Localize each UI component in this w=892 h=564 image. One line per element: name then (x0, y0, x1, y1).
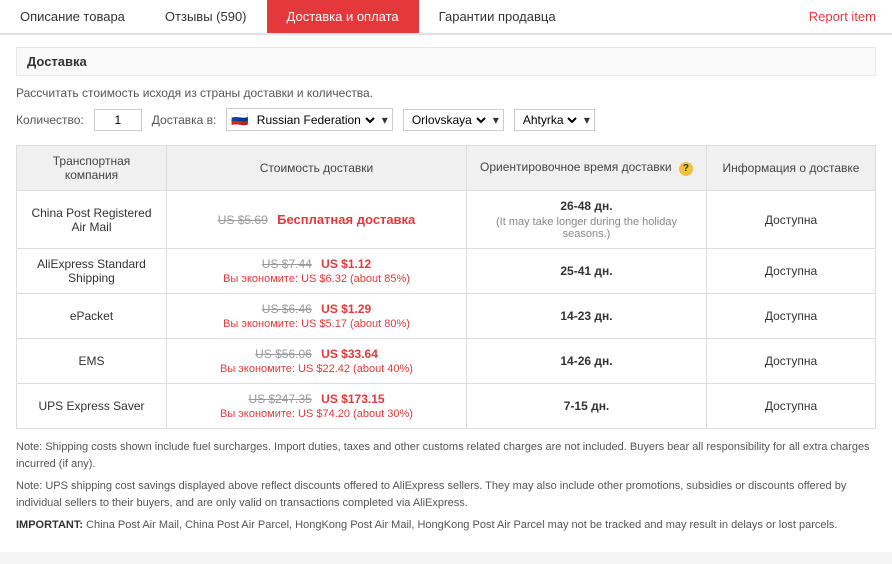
note-important: IMPORTANT: China Post Air Mail, China Po… (16, 517, 876, 534)
region-select-wrapper[interactable]: Orlovskaya ▾ (403, 109, 504, 131)
availability: Доступна (707, 339, 876, 384)
time-main: 14-26 дн. (477, 354, 696, 368)
quantity-input[interactable] (94, 109, 142, 131)
availability: Доступна (707, 384, 876, 429)
price-original: US $6.46 (262, 302, 312, 316)
delivery-time: 14-23 дн. (467, 294, 707, 339)
time-main: 26-48 дн. (477, 199, 696, 213)
company-name: China Post Registered Air Mail (17, 191, 167, 249)
price-original: US $56.06 (255, 347, 312, 361)
price-discounted: US $173.15 (321, 392, 384, 406)
price-discounted: US $33.64 (321, 347, 378, 361)
tab-guarantee[interactable]: Гарантии продавца (419, 0, 576, 33)
price-original: US $5.69 (218, 213, 268, 227)
save-text: Вы экономите: US $22.42 (about 40%) (177, 363, 456, 375)
shipping-cost: US $247.35 US $173.15 Вы экономите: US $… (167, 384, 467, 429)
delivery-time: 26-48 дн. (It may take longer during the… (467, 191, 707, 249)
time-main: 7-15 дн. (477, 399, 696, 413)
company-name: EMS (17, 339, 167, 384)
col-header-cost: Стоимость доставки (167, 146, 467, 191)
company-name: UPS Express Saver (17, 384, 167, 429)
top-navigation: Описание товара Отзывы (590) Доставка и … (0, 0, 892, 35)
price-discounted: US $1.29 (321, 302, 371, 316)
help-icon[interactable]: ? (679, 162, 693, 176)
tab-shipping[interactable]: Доставка и оплата (267, 0, 419, 33)
region-select[interactable]: Orlovskaya (408, 112, 489, 128)
calc-note: Рассчитать стоимость исходя из страны до… (16, 86, 876, 100)
availability: Доступна (707, 191, 876, 249)
availability: Доступна (707, 294, 876, 339)
shipping-cost: US $7.44 US $1.12 Вы экономите: US $6.32… (167, 249, 467, 294)
table-row: China Post Registered Air Mail US $5.69 … (17, 191, 876, 249)
company-name: ePacket (17, 294, 167, 339)
table-row: ePacket US $6.46 US $1.29 Вы экономите: … (17, 294, 876, 339)
tab-reviews[interactable]: Отзывы (590) (145, 0, 267, 33)
important-label: IMPORTANT: (16, 519, 83, 531)
time-main: 14-23 дн. (477, 309, 696, 323)
free-shipping-label: Бесплатная доставка (277, 212, 415, 227)
shipping-cost: US $56.06 US $33.64 Вы экономите: US $22… (167, 339, 467, 384)
time-main: 25-41 дн. (477, 264, 696, 278)
tab-description[interactable]: Описание товара (0, 0, 145, 33)
city-select-wrapper[interactable]: Ahtyrka ▾ (514, 109, 595, 131)
table-row: AliExpress Standard Shipping US $7.44 US… (17, 249, 876, 294)
country-flag: 🇷🇺 (231, 111, 248, 128)
company-name: AliExpress Standard Shipping (17, 249, 167, 294)
col-header-time: Ориентировочное время доставки ? (467, 146, 707, 191)
report-item-link[interactable]: Report item (793, 0, 892, 33)
quantity-row: Количество: Доставка в: 🇷🇺 Russian Feder… (16, 108, 876, 131)
notes-section: Note: Shipping costs shown include fuel … (16, 439, 876, 534)
shipping-table: Транспортная компания Стоимость доставки… (16, 145, 876, 429)
delivery-time: 7-15 дн. (467, 384, 707, 429)
city-chevron-icon: ▾ (584, 113, 590, 127)
delivery-time: 14-26 дн. (467, 339, 707, 384)
price-original: US $7.44 (262, 257, 312, 271)
shipping-cost: US $6.46 US $1.29 Вы экономите: US $5.17… (167, 294, 467, 339)
col-header-info: Информация о доставке (707, 146, 876, 191)
country-select[interactable]: Russian Federation (253, 112, 378, 128)
region-chevron-icon: ▾ (493, 113, 499, 127)
country-chevron-icon: ▾ (382, 113, 388, 127)
col-header-company: Транспортная компания (17, 146, 167, 191)
price-discounted: US $1.12 (321, 257, 371, 271)
save-text: Вы экономите: US $5.17 (about 80%) (177, 318, 456, 330)
price-original: US $247.35 (248, 392, 311, 406)
save-text: Вы экономите: US $74.20 (about 30%) (177, 408, 456, 420)
note-1: Note: Shipping costs shown include fuel … (16, 439, 876, 472)
city-select[interactable]: Ahtyrka (519, 112, 580, 128)
important-text: China Post Air Mail, China Post Air Parc… (83, 519, 837, 531)
delivery-label: Доставка в: (152, 113, 217, 127)
table-row: EMS US $56.06 US $33.64 Вы экономите: US… (17, 339, 876, 384)
time-note: (It may take longer during the holiday s… (477, 216, 696, 240)
availability: Доступна (707, 249, 876, 294)
section-title: Доставка (16, 47, 876, 76)
save-text: Вы экономите: US $6.32 (about 85%) (177, 273, 456, 285)
main-content: Доставка Рассчитать стоимость исходя из … (0, 35, 892, 552)
delivery-time: 25-41 дн. (467, 249, 707, 294)
shipping-cost: US $5.69 Бесплатная доставка (167, 191, 467, 249)
note-2: Note: UPS shipping cost savings displaye… (16, 478, 876, 511)
quantity-label: Количество: (16, 113, 84, 127)
country-select-wrapper[interactable]: 🇷🇺 Russian Federation ▾ (226, 108, 392, 131)
table-row: UPS Express Saver US $247.35 US $173.15 … (17, 384, 876, 429)
